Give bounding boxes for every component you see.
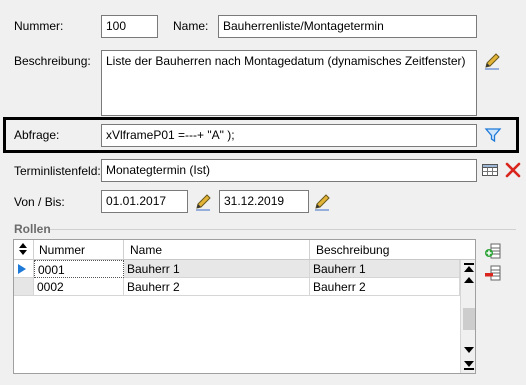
name-label: Name: — [173, 19, 209, 33]
pencil-icon[interactable] — [313, 193, 331, 211]
table-cell-beschreibung[interactable]: Bauherr 2 — [310, 278, 460, 296]
sort-arrows-icon — [19, 243, 27, 255]
name-field[interactable]: Bauherrenliste/Montagetermin — [218, 15, 477, 38]
rollen-section-label: Rollen — [14, 222, 51, 236]
table-cell-name[interactable]: Bauherr 1 — [124, 260, 310, 278]
column-header-beschreibung[interactable]: Beschreibung — [310, 240, 475, 260]
abfrage-field[interactable]: xVlframeP01 =---+ "A" ); — [101, 124, 477, 147]
table-cell-name[interactable]: Bauherr 2 — [124, 278, 310, 296]
vonbis-label: Von / Bis: — [14, 195, 65, 209]
table-cell-beschreibung[interactable]: Bauherr 1 — [310, 260, 460, 278]
scrollbar-thumb[interactable] — [463, 308, 475, 330]
table-icon[interactable] — [481, 161, 499, 179]
nummer-label: Nummer: — [14, 19, 64, 33]
rollen-divider — [50, 229, 516, 230]
column-header-nummer[interactable]: Nummer — [34, 240, 124, 260]
beschreibung-textarea[interactable]: Liste der Bauherren nach Montagedatum (d… — [101, 50, 477, 116]
funnel-icon[interactable] — [484, 126, 502, 144]
scroll-up-icon[interactable] — [463, 276, 475, 284]
beschreibung-label: Beschreibung: — [14, 54, 91, 68]
red-x-icon[interactable] — [504, 161, 522, 179]
terminlistenfeld-field[interactable]: Monategtermin (Ist) — [101, 159, 477, 182]
table-cell-nummer[interactable]: 0002 — [34, 278, 124, 296]
bis-date-field[interactable]: 31.12.2019 — [219, 190, 309, 213]
row-indicator[interactable] — [14, 278, 34, 296]
grid-vertical-scrollbar[interactable] — [460, 260, 475, 373]
scroll-bottom-icon[interactable] — [463, 360, 475, 370]
nummer-field[interactable]: 100 — [101, 15, 158, 38]
remove-row-icon[interactable] — [484, 264, 502, 282]
current-row-arrow-icon — [18, 264, 26, 274]
pencil-icon[interactable] — [194, 193, 212, 211]
sort-column-header[interactable] — [14, 240, 34, 260]
scroll-down-icon[interactable] — [463, 346, 475, 354]
abfrage-label: Abfrage: — [14, 128, 60, 142]
terminlistenfeld-label: Terminlistenfeld: — [14, 164, 101, 178]
von-date-field[interactable]: 01.01.2017 — [101, 190, 188, 213]
table-cell-nummer[interactable]: 0001 — [34, 260, 124, 278]
pencil-icon[interactable] — [483, 52, 501, 70]
scroll-top-icon[interactable] — [463, 263, 475, 273]
row-indicator[interactable] — [14, 260, 34, 278]
column-header-name[interactable]: Name — [124, 240, 310, 260]
add-row-icon[interactable] — [484, 242, 502, 260]
rollen-grid[interactable]: Nummer Name Beschreibung 0001 Bauherr 1 … — [13, 239, 476, 374]
